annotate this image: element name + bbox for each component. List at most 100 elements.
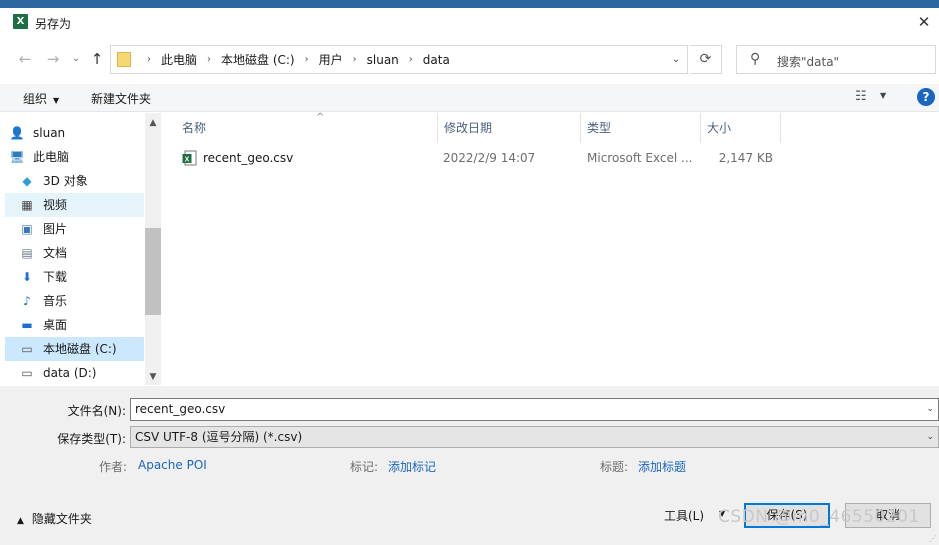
- hide-folders-label: 隐藏文件夹: [31, 512, 92, 526]
- title-bar: X 另存为 ✕: [0, 8, 939, 36]
- excel-icon: X: [13, 14, 28, 29]
- file-size: 2,147 KB: [718, 151, 773, 165]
- filename-input[interactable]: recent_geo.csv ⌄: [130, 398, 939, 421]
- sidebar-item-label: 音乐: [43, 294, 68, 308]
- address-dropdown-button[interactable]: ⌄: [664, 45, 688, 74]
- sidebar-item[interactable]: ▬ 桌面: [5, 313, 144, 337]
- command-bar: 组织 ▼ 新建文件夹 ☷ ▼ ?: [0, 84, 939, 112]
- download-icon: ⬇: [21, 270, 33, 284]
- filetype-label: 保存类型(T):: [57, 432, 126, 446]
- view-options-icon[interactable]: ☷: [855, 89, 867, 104]
- view-options-dropdown[interactable]: ▼: [880, 91, 886, 100]
- excel-csv-file-icon: X: [182, 150, 197, 166]
- breadcrumb-separator: ›: [304, 54, 309, 65]
- organize-label: 组织: [23, 92, 48, 106]
- pictures-icon: ▣: [21, 222, 33, 236]
- sidebar-item-label: sluan: [33, 126, 66, 140]
- sidebar-item[interactable]: ◆ 3D 对象: [5, 169, 144, 193]
- search-input[interactable]: 搜索"data": [777, 53, 839, 70]
- chevron-down-icon: ⌄: [926, 432, 934, 442]
- add-title-link[interactable]: 添加标题: [638, 458, 686, 475]
- sidebar-item-label: 本地磁盘 (C:): [43, 342, 117, 356]
- drive-icon: ▭: [21, 366, 33, 380]
- organize-menu[interactable]: 组织 ▼: [23, 90, 59, 107]
- filetype-value: CSV UTF-8 (逗号分隔) (*.csv): [135, 430, 303, 444]
- breadcrumb-this-pc[interactable]: 此电脑: [161, 51, 197, 68]
- tools-menu[interactable]: 工具(L): [664, 507, 704, 524]
- file-type: Microsoft Excel ...: [587, 151, 693, 165]
- column-header-size[interactable]: 大小: [701, 113, 781, 143]
- breadcrumb-separator: ›: [207, 54, 212, 65]
- breadcrumb-users[interactable]: 用户: [319, 51, 343, 68]
- file-modified: 2022/2/9 14:07: [443, 151, 536, 165]
- sidebar-item-label: 图片: [43, 222, 68, 236]
- sidebar-item-label: 桌面: [43, 318, 68, 332]
- sidebar-item[interactable]: ♪ 音乐: [5, 289, 144, 313]
- scroll-up-arrow[interactable]: ▲: [145, 115, 161, 131]
- tags-label: 标记:: [350, 460, 379, 474]
- svg-text:X: X: [185, 157, 190, 164]
- breadcrumb-data[interactable]: data: [423, 53, 450, 67]
- user-icon: 👤: [9, 126, 25, 140]
- filetype-select[interactable]: CSV UTF-8 (逗号分隔) (*.csv) ⌄: [130, 426, 939, 448]
- scroll-down-arrow[interactable]: ▼: [145, 369, 161, 385]
- hide-folders-toggle[interactable]: ▲ 隐藏文件夹: [17, 510, 92, 527]
- column-header-name[interactable]: 名称 ^: [176, 112, 438, 143]
- up-button[interactable]: ↑: [88, 50, 106, 68]
- sidebar-item-label: data (D:): [43, 366, 97, 380]
- column-header-type[interactable]: 类型: [581, 113, 701, 143]
- folder-icon: [117, 52, 131, 67]
- sidebar-item[interactable]: ⬇ 下载: [5, 265, 144, 289]
- cube-icon: ◆: [22, 174, 32, 188]
- sidebar-item[interactable]: ▭ data (D:): [5, 361, 144, 385]
- breadcrumb-sluan[interactable]: sluan: [367, 53, 399, 67]
- breadcrumb-separator: ›: [147, 54, 151, 65]
- back-button[interactable]: ←: [16, 50, 34, 68]
- navigation-pane: 👤 sluan 🖥 此电脑 ◆ 3D 对象 ▦ 视频 ▣ 图片 ▤ 文档 ⬇ 下载 ♪ 音乐 ▬ 桌面 ▭ 本地磁盘 …: [0, 113, 161, 385]
- close-button[interactable]: ✕: [909, 8, 939, 36]
- documents-icon: ▤: [21, 246, 33, 260]
- sidebar-item[interactable]: ▭ 本地磁盘 (C:): [5, 337, 144, 361]
- sidebar-item[interactable]: ▣ 图片: [5, 217, 144, 241]
- sidebar-item-label: 3D 对象: [43, 174, 88, 188]
- sidebar-item[interactable]: 🖥 此电脑: [5, 145, 144, 169]
- sidebar-item[interactable]: ▦ 视频: [5, 193, 144, 217]
- breadcrumb-separator: ›: [352, 54, 357, 65]
- scrollbar-thumb[interactable]: [145, 228, 161, 315]
- background-window-strip: [0, 0, 939, 8]
- sort-ascending-icon: ^: [316, 112, 325, 123]
- sidebar-item[interactable]: 👤 sluan: [5, 121, 144, 145]
- dialog-title: 另存为: [35, 17, 72, 31]
- breadcrumb: › 此电脑 › 本地磁盘 (C:) › 用户 › sluan › data: [137, 46, 450, 73]
- recent-locations-dropdown[interactable]: ⌄: [67, 50, 85, 68]
- save-as-dialog: X 另存为 ✕ ← → ⌄ ↑ › 此电脑 › 本地磁盘 (C:) › 用户 ›…: [0, 8, 939, 545]
- navigation-list: 👤 sluan 🖥 此电脑 ◆ 3D 对象 ▦ 视频 ▣ 图片 ▤ 文档 ⬇ 下载 ♪ 音乐 ▬ 桌面 ▭ 本地磁盘 …: [5, 113, 144, 385]
- filename-history-dropdown[interactable]: ⌄: [926, 399, 934, 420]
- watermark-text: CSDN @m0_46550201: [718, 507, 920, 527]
- sidebar-item-label: 视频: [43, 198, 68, 212]
- drive-icon: ▭: [21, 342, 33, 356]
- music-icon: ♪: [23, 294, 31, 308]
- author-value[interactable]: Apache POI: [138, 458, 207, 472]
- add-tags-link[interactable]: 添加标记: [388, 458, 436, 475]
- computer-icon: 🖥: [9, 150, 25, 164]
- search-box[interactable]: ⚲ 搜索"data": [736, 45, 936, 74]
- help-icon[interactable]: ?: [917, 88, 935, 106]
- new-folder-button[interactable]: 新建文件夹: [91, 90, 151, 107]
- sidebar-item[interactable]: ▤ 文档: [5, 241, 144, 265]
- forward-button[interactable]: →: [44, 50, 62, 68]
- navigation-scrollbar[interactable]: ▲ ▼: [145, 113, 161, 385]
- file-row[interactable]: X recent_geo.csv 2022/2/9 14:07 Microsof…: [162, 147, 939, 169]
- column-header-modified[interactable]: 修改日期: [438, 113, 581, 143]
- sidebar-item-label: 下载: [43, 270, 68, 284]
- refresh-button[interactable]: ⟳: [690, 45, 722, 74]
- author-label: 作者:: [99, 460, 128, 474]
- chevron-up-icon: ▲: [17, 516, 24, 526]
- resize-grip[interactable]: ⋰: [929, 534, 937, 543]
- caret-down-icon: ▼: [53, 96, 60, 105]
- address-bar[interactable]: › 此电脑 › 本地磁盘 (C:) › 用户 › sluan › data: [110, 45, 688, 74]
- breadcrumb-local-disk-c[interactable]: 本地磁盘 (C:): [221, 51, 295, 68]
- column-name-label: 名称: [182, 121, 207, 135]
- sidebar-item-label: 文档: [43, 246, 68, 260]
- file-list: 名称 ^ 修改日期 类型 大小 X recent_geo.csv 2022/2/…: [162, 112, 939, 385]
